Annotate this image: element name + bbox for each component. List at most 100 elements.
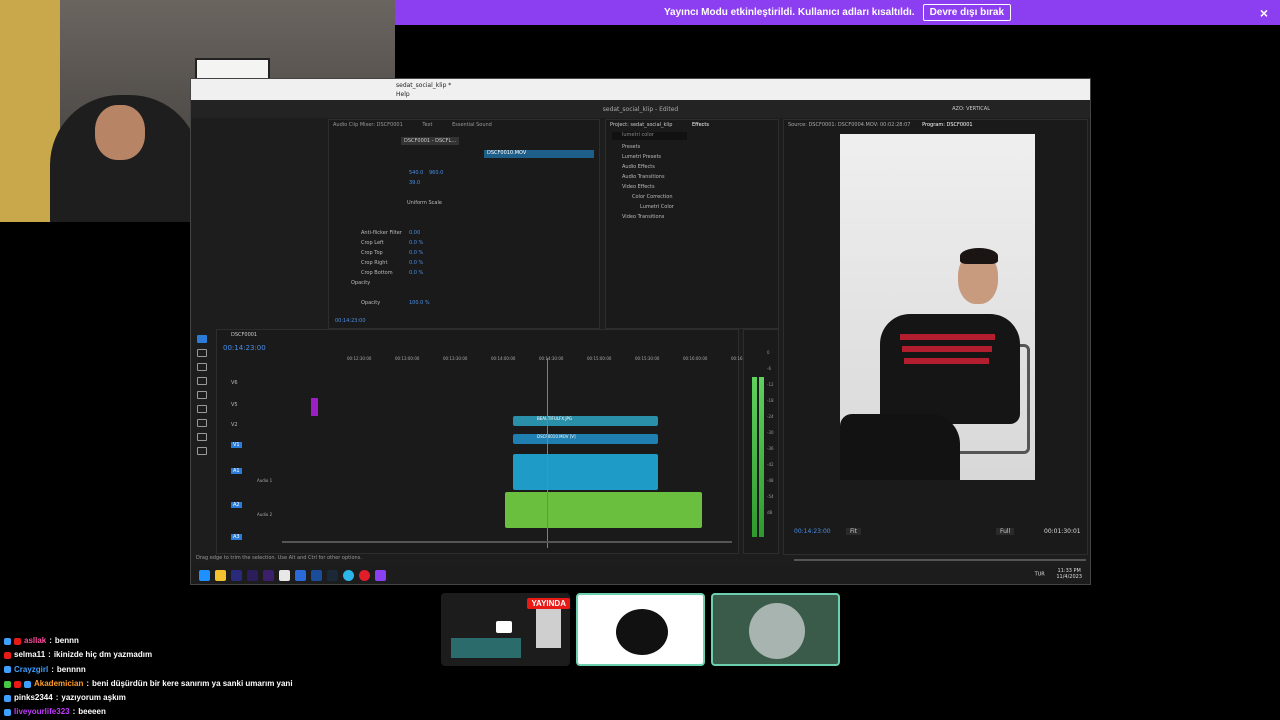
type-icon[interactable]	[197, 447, 207, 455]
track-select-icon[interactable]	[197, 349, 207, 357]
tree-item[interactable]: Presets	[606, 142, 778, 152]
opacity-value[interactable]: 100.0 %	[409, 300, 430, 306]
tab-project[interactable]: Project: sedat_social_klip	[610, 122, 672, 128]
track-label[interactable]: V5	[231, 402, 238, 408]
timeline-scrollbar[interactable]	[282, 541, 732, 543]
steam-icon[interactable]	[327, 569, 338, 581]
ripple-edit-icon[interactable]	[197, 363, 207, 371]
tree-item-lumetri-color[interactable]: Lumetri Color	[606, 202, 778, 212]
slip-icon[interactable]	[197, 391, 207, 399]
screen-share-thumbnail[interactable]: YAYINDA	[441, 593, 570, 666]
app-icon[interactable]	[375, 569, 386, 581]
chat-username[interactable]: asllak	[24, 634, 46, 648]
workspace-label[interactable]: AZO: VERTICAL	[952, 106, 990, 112]
chat-message: asllak : bennn	[4, 634, 293, 648]
track-name: Audio 2	[257, 512, 273, 517]
tab-text[interactable]: Text	[422, 122, 432, 128]
app-icon[interactable]	[311, 569, 322, 581]
clip-bar[interactable]: DSCF0010.MOV	[484, 150, 594, 158]
language-indicator[interactable]: TUR	[1035, 572, 1045, 578]
close-icon[interactable]: ×	[1260, 5, 1268, 21]
clip-graphic[interactable]	[311, 398, 318, 416]
program-scrubber[interactable]	[794, 559, 1086, 561]
chat-username[interactable]: selma11	[14, 648, 45, 662]
razor-icon[interactable]	[197, 377, 207, 385]
program-timecode[interactable]: 00:14:23:00	[794, 528, 831, 535]
timeline-timecode[interactable]: 00:14:23:00	[223, 344, 266, 352]
scale-value[interactable]: 39.0	[409, 180, 420, 186]
ec-timecode[interactable]: 00:14:23:00	[335, 318, 366, 324]
ec-value[interactable]: 0.0 %	[409, 270, 423, 276]
selection-tool-icon[interactable]	[197, 335, 207, 343]
chat-username[interactable]: Crayzgirl	[14, 663, 48, 677]
disable-button[interactable]: Devre dışı bırak	[922, 4, 1012, 21]
track-label[interactable]: A2	[231, 502, 242, 508]
chat-message: Akademician : beni düşürdün bir kere san…	[4, 677, 293, 691]
tree-item[interactable]: Video Effects	[606, 182, 778, 192]
position-x[interactable]: 540.0	[409, 170, 423, 176]
chat-username[interactable]: Akademician	[34, 677, 83, 691]
ec-value[interactable]: 0.00	[409, 230, 420, 236]
windows-start-icon[interactable]	[199, 569, 210, 581]
ec-value[interactable]: 0.0 %	[409, 240, 423, 246]
opera-icon[interactable]	[359, 569, 370, 581]
fit-select[interactable]: Fit	[846, 528, 862, 535]
chat-text: yazıyorum aşkım	[61, 693, 126, 703]
premiere-window: sedat_social_klip * Help sedat_social_kl…	[190, 78, 1091, 585]
clip-video[interactable]: DSCF0010.MOV [V]	[513, 434, 658, 444]
pen-icon[interactable]	[197, 405, 207, 413]
tab-effects[interactable]: Effects	[692, 122, 709, 128]
guest-thumbnail[interactable]	[576, 593, 705, 666]
chat-message: selma11 : ikinizde hiç dm yazmadım	[4, 648, 293, 662]
system-tray[interactable]: TUR 11:33 PM 11/4/2023	[1035, 568, 1082, 580]
media-encoder-icon[interactable]	[263, 569, 274, 581]
tree-item[interactable]: Color Correction	[606, 192, 778, 202]
browser-icon[interactable]	[343, 569, 354, 581]
app-icon[interactable]	[295, 569, 306, 581]
effects-panel: Project: sedat_social_klip Effects lumet…	[605, 119, 779, 329]
menu-help[interactable]: Help	[191, 91, 1090, 100]
tree-item[interactable]: Video Transitions	[606, 212, 778, 222]
sequence-tab[interactable]: DSCF0001	[231, 332, 257, 338]
premiere-icon[interactable]	[231, 569, 242, 581]
meter-tick: -42	[767, 462, 774, 467]
uniform-scale[interactable]: Uniform Scale	[407, 200, 442, 206]
tree-item[interactable]: Audio Effects	[606, 162, 778, 172]
live-badge: YAYINDA	[527, 598, 570, 609]
chat-text: bennnn	[56, 664, 86, 674]
playhead[interactable]	[547, 358, 548, 548]
clip-audio-a1[interactable]	[513, 454, 658, 490]
track-label[interactable]: V2	[231, 422, 238, 428]
guest-thumbnail[interactable]	[711, 593, 840, 666]
chat-message: pinks2344 : yazıyorum aşkım	[4, 691, 293, 705]
clip-selector[interactable]: DSCF0001 - DSCFL...	[401, 137, 460, 145]
quality-select[interactable]: Full	[996, 528, 1015, 535]
ec-value[interactable]: 0.0 %	[409, 250, 423, 256]
file-explorer-icon[interactable]	[215, 569, 226, 581]
program-label[interactable]: Program: DSCF0001	[922, 122, 973, 128]
clip-audio-a2[interactable]	[505, 492, 702, 528]
tab-audio-mixer[interactable]: Audio Clip Mixer: DSCF0001	[333, 122, 403, 128]
clip-image[interactable]: BEAUTIFULFX.JPG	[513, 416, 658, 426]
chat-username[interactable]: pinks2344	[14, 691, 53, 705]
time-ruler[interactable]: 00:12:30:00 00:13:00:00 00:13:30:00 00:1…	[337, 356, 746, 366]
track-label[interactable]: V6	[231, 380, 238, 386]
hand-icon[interactable]	[197, 433, 207, 441]
chat-username[interactable]: liveyourlife323	[14, 705, 70, 719]
track-label[interactable]: A1	[231, 468, 242, 474]
meter-tick: -48	[767, 478, 774, 483]
after-effects-icon[interactable]	[247, 569, 258, 581]
track-label[interactable]: A3	[231, 534, 242, 540]
tree-item[interactable]: Audio Transitions	[606, 172, 778, 182]
track-label[interactable]: V1	[231, 442, 242, 448]
rectangle-icon[interactable]	[197, 419, 207, 427]
document-icon[interactable]	[279, 569, 290, 581]
ec-value[interactable]: 0.0 %	[409, 260, 423, 266]
source-label[interactable]: Source: DSCF0001: DSCF0004.MOV: 00:02:28…	[788, 122, 911, 128]
tree-item[interactable]: Lumetri Presets	[606, 152, 778, 162]
tab-essential-sound[interactable]: Essential Sound	[452, 122, 492, 128]
chat-message: liveyourlife323 : beeeen	[4, 705, 293, 719]
position-y[interactable]: 960.0	[429, 170, 443, 176]
taskbar: TUR 11:33 PM 11/4/2023	[191, 566, 1090, 584]
effects-search-input[interactable]: lumetri color	[612, 132, 687, 140]
